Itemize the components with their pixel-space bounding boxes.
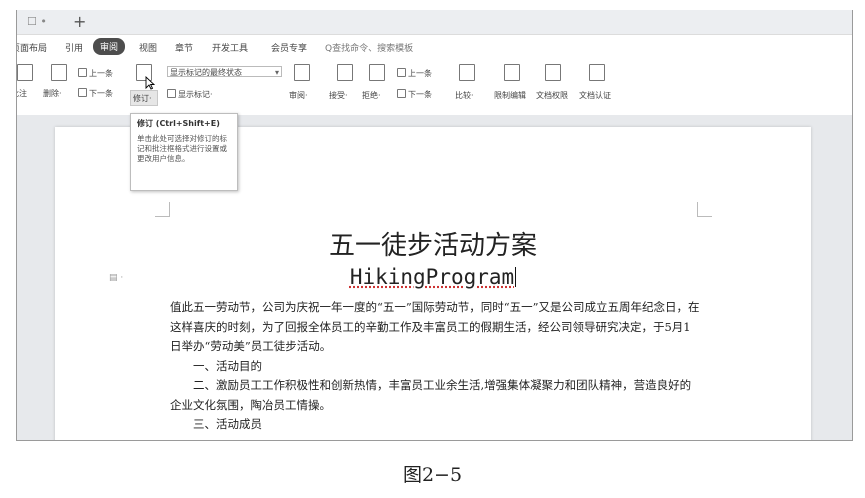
menu-review[interactable]: 审阅 [93, 38, 126, 55]
restrict-editing-icon[interactable] [504, 64, 520, 83]
list-item: 一、活动目的 [193, 358, 262, 373]
delete-comment-button[interactable]: 删除· [43, 88, 62, 99]
document-title: 五一徒步活动方案 [328, 231, 537, 261]
prev-change-button[interactable]: 上一条 [397, 68, 432, 79]
tooltip-body: 单击此处可选择对修订的标记和批注框格式进行设置或更改用户信息。 [137, 134, 227, 163]
mouse-pointer-icon [145, 76, 155, 90]
next-change-icon [397, 89, 406, 98]
track-changes-button[interactable]: 修订· [133, 93, 152, 104]
figure-caption: 图2−5 [402, 464, 463, 486]
document-permission-icon[interactable] [545, 64, 561, 83]
track-changes-tooltip: 修订 (Ctrl+Shift+E) 单击此处可选择对修订的标记和批注框格式进行设… [130, 113, 238, 191]
list-item: 二、激励员工工作积极性和创新热情，丰富员工业余生活,增强集体凝聚力和团队精神，营… [170, 378, 692, 412]
next-comment-icon [78, 88, 87, 97]
insert-comment-label[interactable]: 批注 [17, 88, 27, 99]
prev-change-icon [397, 68, 406, 77]
prev-comment-button[interactable]: 上一条 [78, 68, 113, 79]
markup-display-select[interactable]: 显示标记的最终状态 ▾ [167, 66, 282, 77]
chevron-down-icon: ▾ [274, 68, 279, 77]
compare-icon[interactable] [459, 64, 475, 83]
wps-writer-window: ☐ • + 页面布局 引用 审阅 视图 章节 开发工具 会员专享 Q查找命令、搜… [16, 10, 853, 441]
restrict-editing-button[interactable]: 限制编辑 [494, 90, 526, 101]
review-pane-icon[interactable] [294, 64, 310, 83]
next-comment-button[interactable]: 下一条 [78, 88, 113, 99]
reject-button[interactable]: 拒绝· [362, 90, 381, 101]
review-pane-button[interactable]: 审阅· [289, 90, 308, 101]
prev-comment-icon [78, 68, 87, 77]
document-subtitle[interactable]: HikingProgram [55, 265, 811, 289]
accept-button[interactable]: 接受· [329, 90, 348, 101]
menu-bar: 页面布局 引用 审阅 视图 章节 开发工具 会员专享 Q查找命令、搜索模板 [17, 35, 852, 57]
document-permission-button[interactable]: 文档权限 [536, 90, 568, 101]
tooltip-title: 修订 (Ctrl+Shift+E) [137, 119, 220, 128]
new-tab-button[interactable]: + [73, 12, 86, 31]
next-change-button[interactable]: 下一条 [397, 89, 432, 100]
show-markup-button[interactable]: 显示标记· [167, 89, 213, 100]
document-certify-button[interactable]: 文档认证 [579, 90, 611, 101]
tab-bar: ☐ • + [17, 10, 852, 35]
text-caret [515, 267, 517, 287]
document-body[interactable]: 值此五一劳动节，公司为庆祝一年一度的“五一”国际劳动节，同时“五一”又是公司成立… [170, 298, 700, 435]
accept-icon[interactable] [337, 64, 353, 83]
delete-comment-icon[interactable] [51, 64, 67, 83]
menu-developer-tools[interactable]: 开发工具 [212, 41, 248, 54]
menu-view[interactable]: 视图 [139, 41, 157, 54]
review-ribbon: 批注 删除· 上一条 下一条 修订· 显示标记的最终状态▾ 显示标记· 审阅· … [17, 58, 852, 114]
menu-references[interactable]: 引用 [65, 41, 83, 54]
list-item: 三、活动成员 [193, 417, 262, 431]
menu-page-layout[interactable]: 页面布局 [17, 41, 47, 54]
compare-button[interactable]: 比较· [455, 90, 474, 101]
insert-comment-icon[interactable] [17, 64, 33, 83]
reject-icon[interactable] [369, 64, 385, 83]
command-search[interactable]: Q查找命令、搜索模板 [325, 41, 413, 54]
document-tab[interactable]: ☐ • [27, 15, 47, 28]
menu-member-exclusive[interactable]: 会员专享 [271, 41, 307, 54]
margin-corner-top-left [155, 202, 170, 217]
show-markup-icon [167, 89, 176, 98]
margin-corner-top-right [697, 202, 712, 217]
document-certify-icon[interactable] [589, 64, 605, 83]
menu-section[interactable]: 章节 [175, 41, 193, 54]
paragraph-intro: 值此五一劳动节，公司为庆祝一年一度的“五一”国际劳动节，同时“五一”又是公司成立… [170, 300, 700, 353]
